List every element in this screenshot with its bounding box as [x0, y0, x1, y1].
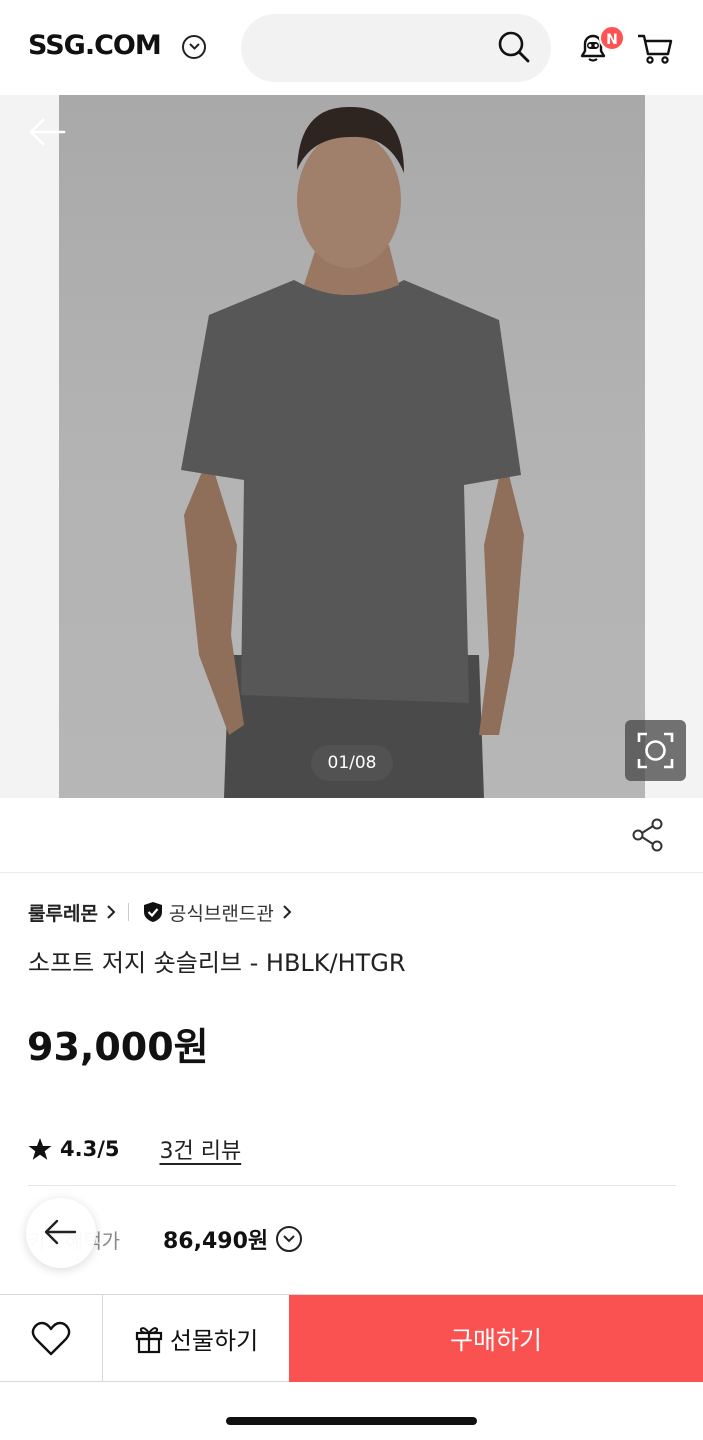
home-indicator	[226, 1417, 477, 1425]
chevron-down-icon	[283, 1235, 295, 1243]
ssg-logo[interactable]: SSG.COM	[28, 30, 162, 61]
official-store-link[interactable]: 공식브랜드관	[169, 899, 274, 926]
card-price-expand-button[interactable]	[276, 1226, 303, 1252]
notification-badge: N	[599, 25, 625, 51]
buy-button[interactable]: 구매하기	[289, 1295, 703, 1382]
cart-button[interactable]	[636, 32, 674, 70]
reviews-link[interactable]: 3건 리뷰	[159, 1133, 241, 1165]
rating-value: 4.3/5	[60, 1137, 120, 1161]
heart-icon	[31, 1321, 71, 1356]
bottom-action-bar: 선물하기 구매하기	[0, 1294, 703, 1382]
section-divider	[28, 1185, 676, 1186]
share-icon[interactable]	[632, 818, 664, 852]
gift-icon	[135, 1326, 162, 1353]
verified-shield-icon	[143, 902, 162, 922]
gift-button[interactable]: 선물하기	[103, 1295, 289, 1382]
share-row	[0, 798, 703, 873]
card-price: 86,490원	[163, 1229, 269, 1254]
logo-dropdown-button[interactable]	[182, 35, 206, 59]
chevron-down-icon	[189, 43, 200, 50]
rating-row: 4.3/5 3건 리뷰	[28, 1133, 241, 1165]
search-icon	[498, 31, 530, 63]
search-bar[interactable]	[241, 14, 551, 82]
floating-back-button[interactable]	[26, 1198, 96, 1268]
image-search-button[interactable]	[625, 720, 686, 781]
brand-row: 룰루레몬 공식브랜드관	[28, 898, 304, 926]
gift-button-label: 선물하기	[169, 1327, 259, 1355]
wishlist-button[interactable]	[0, 1295, 103, 1382]
image-counter: 01/08	[311, 745, 393, 781]
product-title: 소프트 저지 숏슬리브 - HBLK/HTGR	[28, 949, 406, 977]
chevron-right-icon	[283, 905, 292, 919]
product-photo	[59, 95, 645, 798]
brand-link[interactable]: 룰루레몬	[28, 899, 98, 926]
top-header: SSG.COM N	[0, 0, 703, 95]
lens-icon	[637, 732, 674, 769]
back-arrow-icon	[44, 1219, 77, 1245]
buy-button-label: 구매하기	[449, 1325, 542, 1355]
product-image-carousel[interactable]: 01/08	[0, 95, 703, 798]
divider	[127, 903, 129, 921]
back-arrow-icon[interactable]	[28, 117, 66, 147]
chevron-right-icon	[107, 905, 116, 919]
cart-icon	[638, 34, 673, 64]
product-price: 93,000원	[27, 1025, 209, 1069]
star-icon	[28, 1138, 52, 1160]
